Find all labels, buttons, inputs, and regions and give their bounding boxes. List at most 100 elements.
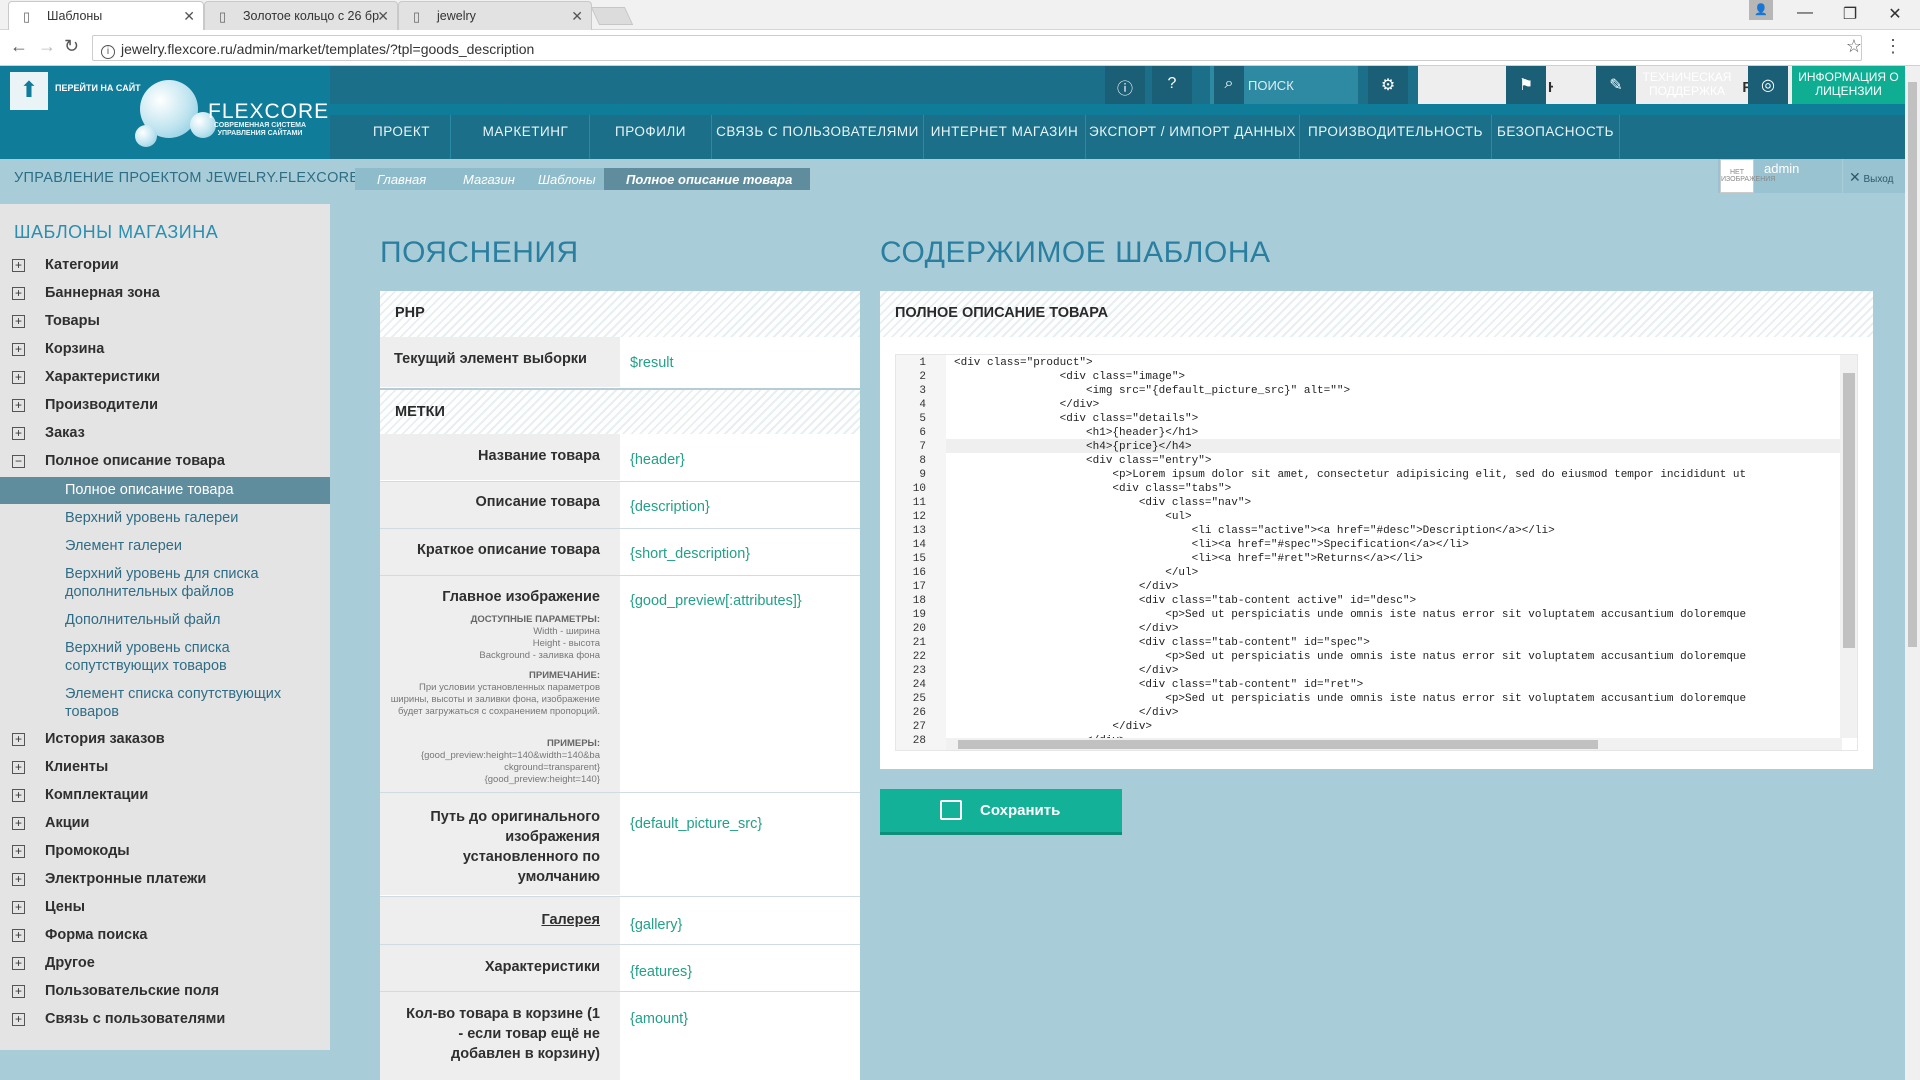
scroll-thumb[interactable] <box>1843 373 1855 648</box>
user-profile-icon[interactable]: 👤 <box>1749 0 1773 20</box>
close-icon[interactable]: ✕ <box>377 8 389 25</box>
sidebar-subitem[interactable]: Верхний уровень галереи <box>0 509 330 527</box>
nav-item-profiles[interactable]: ПРОФИЛИ <box>590 115 712 159</box>
avatar[interactable]: НЕТ ИЗОБРАЖЕНИЯ <box>1720 159 1775 193</box>
expand-icon[interactable]: + <box>12 957 25 970</box>
info-icon[interactable]: ⓘ <box>1105 66 1145 104</box>
sidebar-item-prices[interactable]: + Цены <box>12 899 85 919</box>
sidebar-item-banner[interactable]: + Баннерная зона <box>12 285 160 305</box>
sidebar-item-custom-fields[interactable]: + Пользовательские поля <box>12 983 219 1003</box>
expand-icon[interactable]: + <box>12 399 25 412</box>
sidebar-item-clients[interactable]: + Клиенты <box>12 759 108 779</box>
sidebar-item-goods[interactable]: + Товары <box>12 313 100 333</box>
gallery-link[interactable]: Галерея <box>380 897 620 944</box>
collapse-icon[interactable]: − <box>12 455 25 468</box>
scroll-thumb[interactable] <box>958 740 1598 749</box>
sidebar-item-manufacturers[interactable]: + Производители <box>12 397 158 417</box>
nav-item-marketing[interactable]: МАРКЕТИНГ <box>462 115 590 159</box>
nav-item-security[interactable]: БЕЗОПАСНОСТЬ <box>1492 115 1620 159</box>
minimize-icon[interactable]: — <box>1782 0 1828 28</box>
expand-icon[interactable]: + <box>12 427 25 440</box>
expand-icon[interactable]: + <box>12 287 25 300</box>
code-horizontal-scrollbar[interactable] <box>946 738 1842 750</box>
sidebar-item-payments[interactable]: + Электронные платежи <box>12 871 206 891</box>
search-input[interactable]: ⌕ ПОИСК <box>1210 66 1358 104</box>
flag-icon[interactable]: ⚑ <box>1506 66 1546 104</box>
sidebar-item-categories[interactable]: + Категории <box>12 257 119 277</box>
close-icon[interactable]: ✕ <box>571 8 583 25</box>
user-name[interactable]: admin <box>1764 161 1799 176</box>
breadcrumb-home[interactable]: Главная <box>355 168 445 190</box>
browser-tab[interactable]: ▯ Золотое кольцо с 26 бр ✕ <box>204 1 398 30</box>
expand-icon[interactable]: + <box>12 1013 25 1026</box>
nav-item-shop[interactable]: ИНТЕРНЕТ МАГАЗИН <box>924 115 1086 159</box>
gear-icon[interactable]: ⚙ <box>1368 66 1408 104</box>
browser-tab[interactable]: ▯ jewelry ✕ <box>398 1 592 30</box>
url-input[interactable]: i jewelry.flexcore.ru/admin/market/templa… <box>92 35 1862 61</box>
menu-icon[interactable]: ⋮ <box>1884 36 1902 57</box>
reload-icon[interactable]: ↻ <box>64 36 79 57</box>
sidebar-subitem-active[interactable]: Полное описание товара <box>0 477 330 504</box>
bookmark-star-icon[interactable]: ☆ <box>1846 36 1862 57</box>
back-icon[interactable]: ← <box>10 36 28 57</box>
expand-icon[interactable]: + <box>12 929 25 942</box>
code-line: <div class="tab-content" id="spec"> <box>954 637 1370 649</box>
sidebar-item-feedback[interactable]: + Связь с пользователями <box>12 1011 225 1031</box>
close-window-icon[interactable]: ✕ <box>1872 0 1918 28</box>
line-number: 20 <box>912 623 926 635</box>
sidebar-item-search-form[interactable]: + Форма поиска <box>12 927 147 947</box>
expand-icon[interactable]: + <box>12 901 25 914</box>
close-icon[interactable]: ✕ <box>183 8 195 25</box>
logout-button[interactable]: ✕ Выход <box>1843 159 1905 193</box>
info-icon[interactable]: i <box>101 45 115 59</box>
expand-icon[interactable]: + <box>12 845 25 858</box>
expand-icon[interactable]: + <box>12 985 25 998</box>
expand-icon[interactable]: + <box>12 873 25 886</box>
scroll-thumb[interactable] <box>1908 82 1917 647</box>
sidebar-subitem[interactable]: Элемент галереи <box>0 537 330 555</box>
expand-icon[interactable]: + <box>12 817 25 830</box>
license-icon[interactable]: ◎ <box>1748 66 1788 104</box>
code-vertical-scrollbar[interactable] <box>1840 355 1857 738</box>
nav-item-users[interactable]: СВЯЗЬ С ПОЛЬЗОВАТЕЛЯМИ <box>712 115 924 159</box>
nav-item-export[interactable]: ЭКСПОРТ / ИМПОРТ ДАННЫХ <box>1086 115 1300 159</box>
sidebar-item-features[interactable]: + Характеристики <box>12 369 160 389</box>
browser-tab[interactable]: ▯ Шаблоны ✕ <box>8 1 204 30</box>
expand-icon[interactable]: + <box>12 259 25 272</box>
page-scrollbar[interactable] <box>1905 66 1920 1080</box>
support-icon[interactable]: ✎ <box>1596 66 1636 104</box>
nav-item-project[interactable]: ПРОЕКТ <box>353 115 451 159</box>
nav-item-performance[interactable]: ПРОИЗВОДИТЕЛЬНОСТЬ <box>1300 115 1492 159</box>
go-site-link[interactable]: ПЕРЕЙТИ НА САЙТ <box>55 83 141 93</box>
expand-icon[interactable]: + <box>12 343 25 356</box>
go-site-icon[interactable]: ⬆ <box>10 72 48 110</box>
expand-icon[interactable]: + <box>12 733 25 746</box>
sidebar-item-description[interactable]: − Полное описание товара <box>12 453 225 473</box>
sidebar-subitem[interactable]: Элемент списка сопутствующих товаров <box>0 685 320 721</box>
new-tab-button[interactable] <box>590 7 634 25</box>
restore-icon[interactable]: ❐ <box>1827 0 1873 28</box>
sidebar-subitem[interactable]: Верхний уровень для списка дополнительны… <box>0 565 300 601</box>
expand-icon[interactable]: + <box>12 371 25 384</box>
breadcrumb-templates[interactable]: Шаблоны <box>516 168 614 190</box>
sidebar-subitem[interactable]: Верхний уровень списка сопутствующих тов… <box>0 639 290 675</box>
sidebar-item-cart[interactable]: + Корзина <box>12 341 104 361</box>
expand-icon[interactable]: + <box>12 789 25 802</box>
sidebar-subitem[interactable]: Дополнительный файл <box>0 611 330 629</box>
license-button[interactable]: ИНФОРМАЦИЯ О ЛИЦЕНЗИИ <box>1792 66 1905 104</box>
expand-icon[interactable]: + <box>12 315 25 328</box>
sidebar-item-promocodes[interactable]: + Промокоды <box>12 843 130 863</box>
save-button[interactable]: Сохранить <box>880 789 1122 835</box>
project-title[interactable]: УПРАВЛЕНИЕ ПРОЕКТОМ JEWELRY.FLEXCORE.RU <box>14 170 385 186</box>
sidebar-item-order[interactable]: + Заказ <box>12 425 85 445</box>
expand-icon[interactable]: + <box>12 761 25 774</box>
sidebar-item-promotions[interactable]: + Акции <box>12 815 89 835</box>
sidebar-item-sets[interactable]: + Комплектации <box>12 787 148 807</box>
code-editor[interactable]: 1 <div class="product"> 2 <div class="imag… <box>895 354 1858 751</box>
sidebar-item-label: Другое <box>45 955 95 971</box>
sidebar-item-other[interactable]: + Другое <box>12 955 95 975</box>
sidebar-item-history[interactable]: + История заказов <box>12 731 165 751</box>
forward-icon[interactable]: → <box>38 36 56 57</box>
support-button[interactable]: ТЕХНИЧЕСКАЯ ПОДДЕРЖКА <box>1640 66 1734 104</box>
help-icon[interactable]: ? <box>1152 66 1192 104</box>
